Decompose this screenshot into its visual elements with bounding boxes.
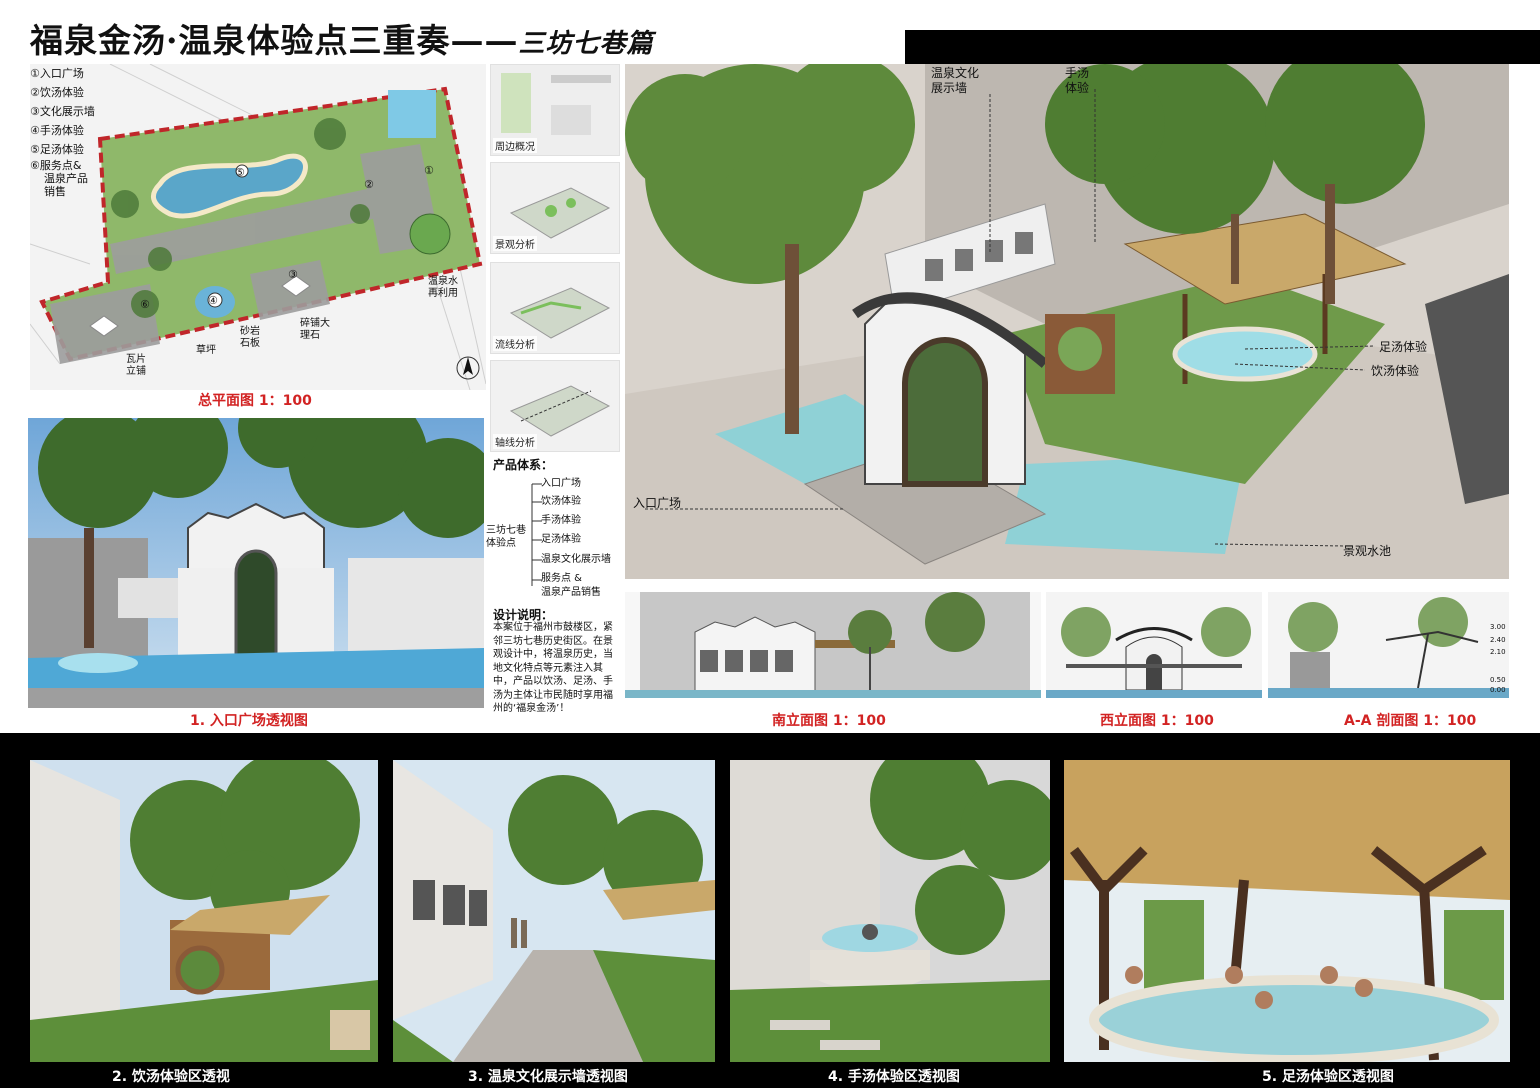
thumb-surroundings: 周边概况 bbox=[490, 64, 620, 156]
product-item: 温泉产品销售 bbox=[541, 587, 601, 598]
entrance-caption: 1. 入口广场透视图 bbox=[190, 713, 308, 729]
label-grass: 草坪 bbox=[196, 345, 216, 356]
svg-text:①: ① bbox=[424, 164, 434, 177]
culture-wall-caption: 3. 温泉文化展示墙透视图 bbox=[468, 1069, 628, 1085]
section-mark: 2.40 bbox=[1490, 636, 1506, 644]
svg-text:③: ③ bbox=[288, 268, 298, 281]
section-aa-image: 3.00 2.40 2.10 0.50 0.00 bbox=[1268, 592, 1509, 698]
label-marble: 碎铺大 理石 bbox=[300, 318, 330, 341]
entrance-perspective-image bbox=[28, 418, 484, 708]
label-drink-bath: 饮汤体验 bbox=[1371, 364, 1420, 378]
legend-item: ③文化展示墙 bbox=[30, 105, 95, 118]
thumb-label: 轴线分析 bbox=[493, 434, 537, 449]
label-recycle: 温泉水 再利用 bbox=[428, 276, 458, 299]
section-mark: 3.00 bbox=[1490, 623, 1506, 631]
aerial-perspective-image: 温泉文化 展示墙 手汤 体验 足汤体验 饮汤体验 入口广场 景观水池 bbox=[625, 64, 1509, 579]
svg-text:②: ② bbox=[364, 178, 374, 191]
thumb-circulation: 流线分析 bbox=[490, 262, 620, 354]
foot-bath-caption: 5. 足汤体验区透视图 bbox=[1262, 1069, 1394, 1085]
thumb-label: 景观分析 bbox=[493, 236, 537, 251]
section-mark: 0.50 bbox=[1490, 676, 1506, 684]
product-title: 产品体系： bbox=[493, 458, 554, 472]
product-root: 三坊七巷体验点 bbox=[486, 525, 526, 549]
label-stone: 砂岩 石板 bbox=[240, 326, 260, 349]
south-elevation-image bbox=[625, 592, 1041, 698]
product-item: 温泉文化展示墙 bbox=[541, 554, 611, 565]
south-elevation-caption: 南立面图 1：100 bbox=[772, 713, 886, 729]
section-mark: 2.10 bbox=[1490, 648, 1506, 656]
title-main: 福泉金汤·温泉体验点三重奏—— bbox=[30, 21, 519, 60]
section-mark: 0.00 bbox=[1490, 686, 1506, 694]
product-item: 饮汤体验 bbox=[541, 496, 581, 507]
hand-bath-caption: 4. 手汤体验区透视图 bbox=[828, 1069, 960, 1085]
svg-text:⑤: ⑤ bbox=[235, 166, 245, 179]
svg-text:⑥: ⑥ bbox=[140, 298, 150, 311]
legend-item: ②饮汤体验 bbox=[30, 86, 84, 99]
label-entrance: 入口广场 bbox=[633, 496, 682, 510]
west-elevation-image bbox=[1046, 592, 1262, 698]
foot-bath-image bbox=[1064, 760, 1510, 1062]
top-black-bar bbox=[905, 30, 1540, 64]
product-item: 服务点 & bbox=[541, 573, 582, 584]
legend-item: ⑥服务点& bbox=[30, 159, 82, 172]
product-item: 入口广场 bbox=[541, 478, 581, 489]
thumb-landscape: 景观分析 bbox=[490, 162, 620, 254]
label-culture-wall: 温泉文化 展示墙 bbox=[931, 66, 980, 95]
label-hand-bath: 手汤 体验 bbox=[1065, 66, 1090, 95]
thumb-label: 周边概况 bbox=[493, 138, 537, 153]
title-sub: 三坊七巷篇 bbox=[518, 29, 654, 59]
drink-area-image bbox=[30, 760, 378, 1062]
label-landscape-pool: 景观水池 bbox=[1343, 544, 1392, 558]
legend-item: ①入口广场 bbox=[30, 67, 84, 80]
page-title: 福泉金汤·温泉体验点三重奏——三坊七巷篇 bbox=[30, 14, 654, 62]
svg-text:④: ④ bbox=[208, 294, 218, 307]
master-plan-image: ③ ⑤ ④ ⑥ ② ① 瓦片 立铺 草坪 砂岩 石板 碎铺大 理石 温泉水 再利… bbox=[30, 64, 486, 390]
legend-item: 温泉产品 bbox=[44, 172, 88, 185]
design-body: 本案位于福州市鼓楼区，紧邻三坊七巷历史街区。在景观设计中，将温泉历史，当地文化特… bbox=[493, 622, 613, 714]
thumb-axis: 轴线分析 bbox=[490, 360, 620, 452]
label-foot-bath: 足汤体验 bbox=[1379, 340, 1428, 354]
thumb-label: 流线分析 bbox=[493, 336, 537, 351]
label-tile: 瓦片 立铺 bbox=[126, 354, 146, 377]
west-elevation-caption: 西立面图 1：100 bbox=[1100, 713, 1214, 729]
plan-legend: ①入口广场 ②饮汤体验 ③文化展示墙 ④手汤体验 ⑤足汤体验 ⑥服务点& 温泉产… bbox=[30, 64, 95, 198]
product-item: 足汤体验 bbox=[541, 534, 581, 545]
drink-area-caption: 2. 饮汤体验区透视 bbox=[112, 1069, 230, 1085]
plan-caption: 总平面图 1：100 bbox=[198, 393, 312, 409]
legend-item: ⑤足汤体验 bbox=[30, 143, 84, 156]
hand-bath-image bbox=[730, 760, 1050, 1062]
product-item: 手汤体验 bbox=[541, 515, 581, 526]
legend-item: ④手汤体验 bbox=[30, 124, 84, 137]
section-caption: A-A 剖面图 1：100 bbox=[1344, 713, 1477, 729]
culture-wall-image bbox=[393, 760, 715, 1062]
legend-item: 销售 bbox=[44, 185, 66, 198]
